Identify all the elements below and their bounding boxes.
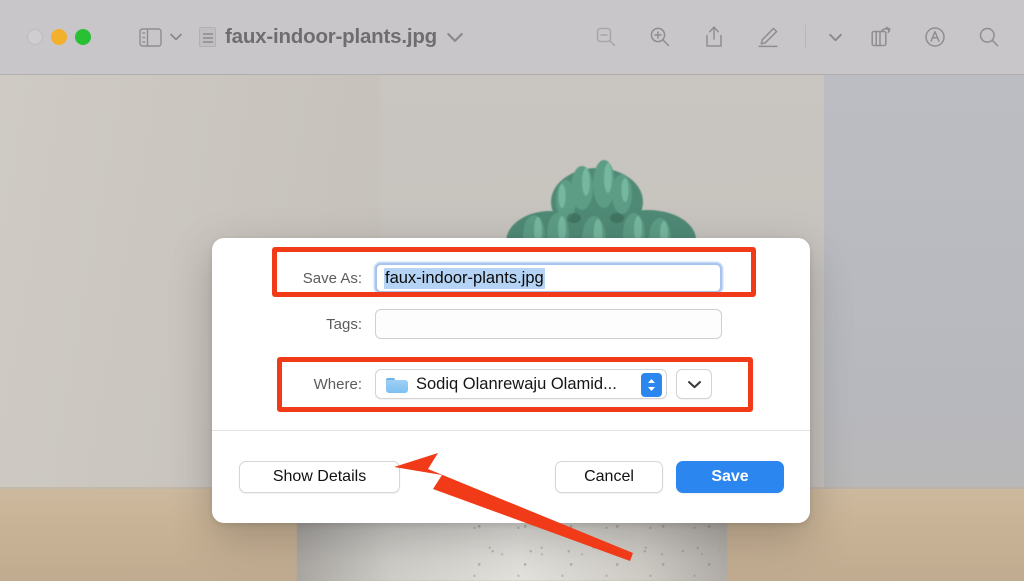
document-icon xyxy=(199,27,216,47)
expand-browser-button[interactable] xyxy=(676,369,712,399)
preview-window: faux-indoor-plants.jpg Save As: faux-ind… xyxy=(0,0,1024,581)
document-title-label: faux-indoor-plants.jpg xyxy=(225,25,437,48)
annotate-circle-icon[interactable] xyxy=(918,20,952,54)
zoom-window-button[interactable] xyxy=(75,29,91,45)
save-as-value: faux-indoor-plants.jpg xyxy=(384,267,545,289)
up-down-stepper-icon[interactable] xyxy=(641,373,662,397)
save-as-input[interactable]: faux-indoor-plants.jpg xyxy=(375,263,722,293)
rotate-icon[interactable] xyxy=(864,20,898,54)
markup-pen-icon[interactable] xyxy=(751,20,785,54)
markup-chevron-down-icon[interactable] xyxy=(826,22,844,52)
save-button[interactable]: Save xyxy=(676,461,784,493)
traffic-light-group xyxy=(27,29,91,45)
save-dialog: Save As: faux-indoor-plants.jpg Tags: Wh… xyxy=(212,238,810,523)
title-chevron-down-icon[interactable] xyxy=(446,22,464,52)
tags-label: Tags: xyxy=(326,315,362,333)
document-title[interactable]: faux-indoor-plants.jpg xyxy=(199,22,464,52)
share-icon[interactable] xyxy=(697,20,731,54)
search-icon[interactable] xyxy=(972,20,1006,54)
tags-input[interactable] xyxy=(375,309,722,339)
where-row: Where: Sodiq Olanrewaju Olamid... xyxy=(212,366,810,402)
where-label: Where: xyxy=(313,375,362,393)
show-details-button[interactable]: Show Details xyxy=(239,461,400,493)
dialog-footer: Show Details Cancel Save xyxy=(212,431,810,523)
save-dialog-form: Save As: faux-indoor-plants.jpg Tags: Wh… xyxy=(212,238,810,402)
toolbar-divider xyxy=(805,25,806,49)
save-as-label: Save As: xyxy=(302,269,362,287)
zoom-in-icon[interactable] xyxy=(643,20,677,54)
cancel-button[interactable]: Cancel xyxy=(555,461,663,493)
folder-icon xyxy=(386,376,408,393)
tags-row: Tags: xyxy=(212,306,810,342)
where-value: Sodiq Olanrewaju Olamid... xyxy=(416,374,617,393)
save-as-row: Save As: faux-indoor-plants.jpg xyxy=(212,260,810,296)
toolbar-actions xyxy=(589,20,1006,54)
zoom-out-icon[interactable] xyxy=(589,20,623,54)
sidebar-icon[interactable] xyxy=(133,20,167,54)
window-toolbar: faux-indoor-plants.jpg xyxy=(0,0,1024,75)
close-window-button[interactable] xyxy=(27,29,43,45)
where-popup-button[interactable]: Sodiq Olanrewaju Olamid... xyxy=(375,369,667,399)
minimize-window-button[interactable] xyxy=(51,29,67,45)
sidebar-chevron-down-icon[interactable] xyxy=(167,22,185,52)
